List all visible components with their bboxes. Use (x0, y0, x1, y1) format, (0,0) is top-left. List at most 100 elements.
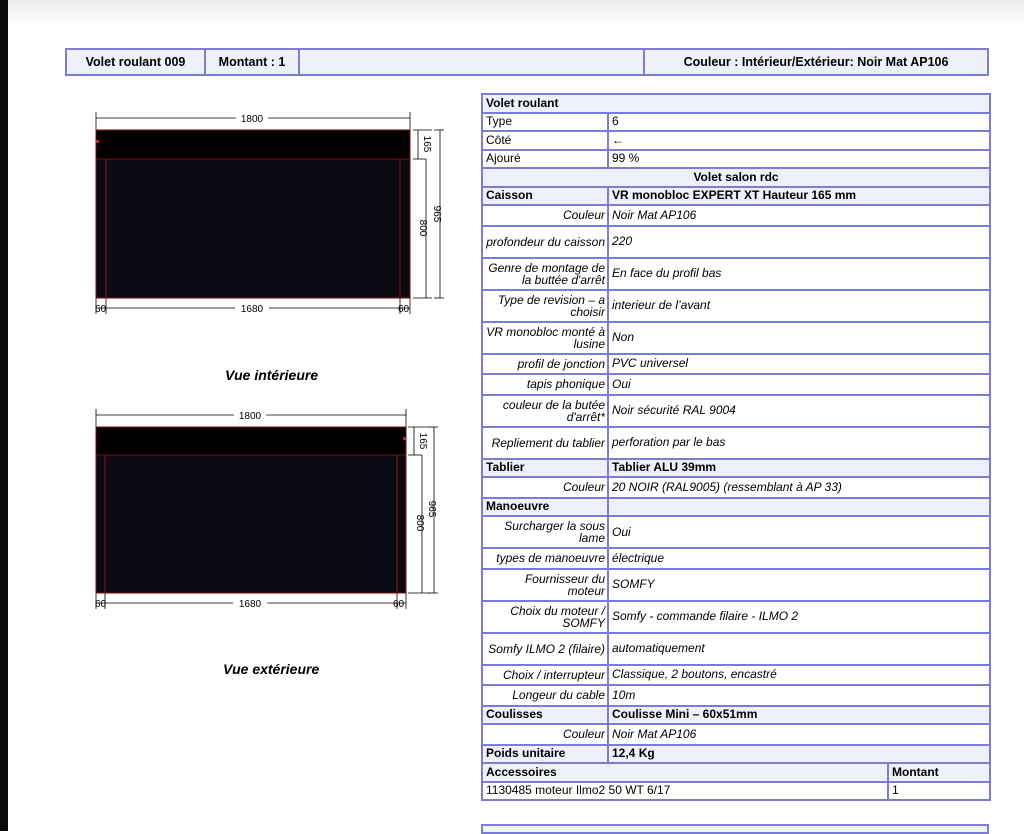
accessory-name: 1130485 moteur Ilmo2 50 WT 6/17 (481, 780, 889, 801)
attribute-row: Couleur 20 NOIR (RAL9005) (ressemblant à … (481, 476, 992, 499)
attribute-row: Fournisseur du moteur SOMFY (481, 567, 992, 602)
header-color: Couleur : Intérieur/Extérieur: Noir Mat … (683, 55, 949, 69)
attribute-row: Longeur du cable 10m (481, 684, 992, 707)
section-value: 12,4 Kg (606, 743, 992, 764)
tablier-shape (95, 454, 407, 594)
accessory-row: 1130485 moteur Ilmo2 50 WT 6/17 1 (481, 780, 992, 801)
attribute-label: Genre de montage de la buttée d'arrêt (481, 256, 609, 291)
viewer-left-edge (0, 0, 8, 831)
tablier-shape (95, 158, 411, 299)
attribute-row: couleur de la butée d'arrêt* Noir sécurit… (481, 393, 992, 428)
page-top-shade (0, 0, 1024, 28)
attribute-label: Couleur (481, 723, 609, 746)
section-label: Poids unitaire (481, 743, 609, 764)
dim-left-coulisse: 60 (95, 599, 107, 610)
section-value: VR monobloc EXPERT XT Hauteur 165 mm (606, 185, 992, 206)
attribute-value: En face du profil bas (606, 256, 992, 291)
dim-width-inner: 1680 (241, 304, 264, 315)
attribute-row: Genre de montage de la buttée d'arrêt En … (481, 256, 992, 291)
attribute-value: 20 NOIR (RAL9005) (ressemblant à AP 33) (606, 476, 992, 499)
section-subtitle: Volet salon rdc (480, 167, 992, 188)
section-subtitle-text: Volet salon rdc (480, 167, 992, 188)
attribute-label: Choix / interrupteur (481, 663, 609, 686)
spec-table: Volet roulant Type 6 Côté ← Ajouré 99 % … (480, 93, 992, 801)
attribute-value: automatiquement (606, 631, 992, 666)
attribute-row: Somfy ILMO 2 (filaire) automatiquement (481, 631, 992, 666)
drawing-interior-svg: 1800 165 800 965 1680 60 60 (95, 112, 444, 315)
attribute-label: profondeur du caisson (481, 224, 609, 259)
attribute-row: tapis phonique Oui (481, 373, 992, 396)
header-empty-cell (300, 50, 645, 74)
attribute-label: tapis phonique (481, 373, 609, 396)
attribute-label: VR monobloc monté à lusine (481, 320, 609, 355)
attribute-row: Choix / interrupteur Classique, 2 boutons… (481, 663, 992, 686)
attribute-label: Choix du moteur / SOMFY (481, 599, 609, 634)
attribute-value: PVC universel (606, 352, 992, 375)
attribute-row: profil de jonction PVC universel (481, 352, 992, 375)
dim-inner-height: 800 (414, 515, 425, 532)
attribute-row: Couleur Noir Mat AP106 (481, 204, 992, 227)
header-bar: Volet roulant 009 Montant : 1 Couleur : … (65, 48, 989, 76)
dim-width-total: 1800 (241, 114, 264, 125)
drawing-exterior-svg: 1800 165 800 965 1680 60 60 (95, 409, 438, 610)
attribute-row: Couleur Noir Mat AP106 (481, 723, 992, 746)
dim-left-coulisse: 60 (95, 304, 107, 315)
section-title: Volet roulant (480, 93, 992, 114)
attribute-value: Oui (606, 373, 992, 396)
attribute-label: profil de jonction (481, 352, 609, 375)
section-label: Manoeuvre (481, 496, 609, 517)
row-label: Type (481, 111, 609, 132)
section-manoeuvre: Manoeuvre (481, 496, 992, 517)
attribute-row: Repliement du tablier perforation par le … (481, 425, 992, 460)
attribute-value: électrique (606, 547, 992, 570)
attribute-row: Type de revision – a choisir interieur de… (481, 288, 992, 323)
drawing-interior: 1800 165 800 965 1680 60 60 (88, 108, 448, 318)
section-coulisses: Coulisses Coulisse Mini – 60x51mm (481, 704, 992, 725)
attribute-label: Repliement du tablier (481, 425, 609, 460)
attribute-row: Surcharger la sous lame Oui (481, 515, 992, 549)
attribute-row: Choix du moteur / SOMFY Somfy - commande … (481, 599, 992, 634)
attribute-value: interieur de l’avant (606, 288, 992, 323)
attribute-label: Couleur (481, 476, 609, 499)
dim-width-total: 1800 (239, 411, 262, 422)
attribute-value: Oui (606, 515, 992, 549)
attribute-value: Noir Mat AP106 (606, 723, 992, 746)
attribute-value: 220 (606, 224, 992, 259)
attribute-label: Type de revision – a choisir (481, 288, 609, 323)
attribute-row: profondeur du caisson 220 (481, 224, 992, 259)
section-caisson: Caisson VR monobloc EXPERT XT Hauteur 165… (481, 185, 992, 206)
row-value: 99 % (606, 148, 992, 169)
row-value: 6 (606, 111, 992, 132)
attribute-value: Classique, 2 boutons, encastré (606, 663, 992, 686)
drawing-exterior: 1800 165 800 965 1680 60 60 (88, 405, 448, 615)
section-label: Coulisses (481, 704, 609, 725)
next-section-band (481, 824, 989, 834)
row-cote: Côté ← (481, 130, 992, 151)
accessory-qty: 1 (886, 780, 992, 801)
dim-right-coulisse: 60 (398, 304, 410, 315)
section-value: Tablier ALU 39mm (606, 457, 992, 478)
attribute-label: Somfy ILMO 2 (filaire) (481, 631, 609, 666)
row-label: Côté (481, 130, 609, 151)
attribute-label: Couleur (481, 204, 609, 227)
section-label: Caisson (481, 185, 609, 206)
dim-caisson: 165 (417, 433, 428, 450)
attribute-value: Noir sécurité RAL 9004 (606, 393, 992, 428)
attribute-label: types de manoeuvre (481, 547, 609, 570)
dim-inner-height: 800 (417, 220, 428, 237)
section-value (606, 496, 992, 517)
dim-width-inner: 1680 (239, 599, 262, 610)
accessoires-label: Accessoires (481, 762, 889, 783)
attribute-row: VR monobloc monté à lusine Non (481, 320, 992, 355)
attribute-row: types de manoeuvre électrique (481, 547, 992, 570)
section-volet-roulant: Volet roulant (480, 93, 992, 114)
section-value: Coulisse Mini – 60x51mm (606, 704, 992, 725)
attribute-label: Surcharger la sous lame (481, 515, 609, 549)
caisson-shape (95, 129, 411, 160)
header-product: Volet roulant 009 (67, 50, 206, 74)
attribute-value: Noir Mat AP106 (606, 204, 992, 227)
header-quantity: Montant : 1 (206, 50, 300, 74)
dim-total-height: 965 (426, 501, 437, 518)
caisson-shape (95, 426, 407, 456)
attribute-value: Non (606, 320, 992, 355)
